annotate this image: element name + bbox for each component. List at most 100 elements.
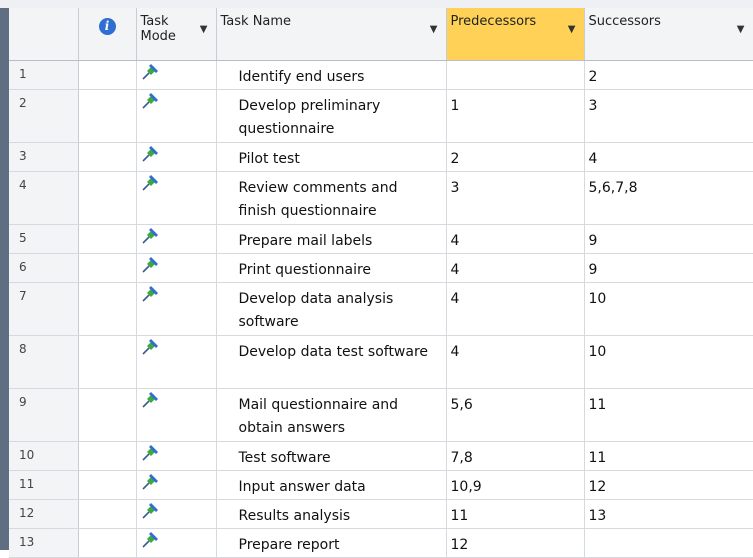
table-row[interactable]: 2 Develop preliminary questionnaire 1 3 xyxy=(9,89,753,143)
row-id[interactable]: 1 xyxy=(9,60,79,90)
task-sheet: i Task Mode ▼ Task Name ▼ Predecessors ▼… xyxy=(9,8,753,558)
row-id[interactable]: 2 xyxy=(9,89,79,143)
predecessors-cell[interactable] xyxy=(446,60,585,90)
task-name-cell[interactable]: Mail questionnaire and obtain answers xyxy=(216,388,447,442)
chevron-down-icon[interactable]: ▼ xyxy=(200,25,208,35)
task-mode-cell[interactable] xyxy=(136,60,217,90)
chevron-down-icon[interactable]: ▼ xyxy=(430,25,438,35)
row-id[interactable]: 10 xyxy=(9,441,79,471)
table-row[interactable]: 1 Identify end users 2 xyxy=(9,60,753,90)
task-name-cell[interactable]: Develop data test software xyxy=(216,335,447,389)
header-row: i Task Mode ▼ Task Name ▼ Predecessors ▼… xyxy=(9,8,753,61)
successors-cell[interactable]: 11 xyxy=(584,441,753,471)
row-id[interactable]: 5 xyxy=(9,224,79,254)
predecessors-cell[interactable]: 7,8 xyxy=(446,441,585,471)
header-task-name-label: Task Name xyxy=(220,14,292,29)
view-bar[interactable] xyxy=(0,8,9,550)
task-mode-cell[interactable] xyxy=(136,499,217,529)
table-row[interactable]: 13 Prepare report 12 xyxy=(9,528,753,558)
task-name-cell[interactable]: Develop preliminary questionnaire xyxy=(216,89,447,143)
predecessors-cell[interactable]: 4 xyxy=(446,224,585,254)
predecessors-cell[interactable]: 5,6 xyxy=(446,388,585,442)
task-name-cell[interactable]: Test software xyxy=(216,441,447,471)
table-row[interactable]: 6 Print questionnaire 4 9 xyxy=(9,253,753,283)
predecessors-cell[interactable]: 1 xyxy=(446,89,585,143)
predecessors-cell[interactable]: 3 xyxy=(446,171,585,225)
task-name-cell[interactable]: Identify end users xyxy=(216,60,447,90)
table-row[interactable]: 9 Mail questionnaire and obtain answers … xyxy=(9,388,753,442)
row-id[interactable]: 3 xyxy=(9,142,79,172)
successors-cell[interactable]: 2 xyxy=(584,60,753,90)
row-id[interactable]: 9 xyxy=(9,388,79,442)
predecessors-cell[interactable]: 12 xyxy=(446,528,585,558)
pushpin-icon xyxy=(141,339,158,355)
task-mode-cell[interactable] xyxy=(136,470,217,500)
task-mode-cell[interactable] xyxy=(136,282,217,336)
table-row[interactable]: 7 Develop data analysis software 4 10 xyxy=(9,282,753,336)
chevron-down-icon[interactable]: ▼ xyxy=(568,25,576,35)
row-id[interactable]: 13 xyxy=(9,528,79,558)
chevron-down-icon[interactable]: ▼ xyxy=(737,25,745,35)
successors-cell[interactable]: 11 xyxy=(584,388,753,442)
predecessors-cell[interactable]: 10,9 xyxy=(446,470,585,500)
predecessors-cell[interactable]: 2 xyxy=(446,142,585,172)
table-row[interactable]: 3 Pilot test 2 4 xyxy=(9,142,753,172)
table-row[interactable]: 4 Review comments and finish questionnai… xyxy=(9,171,753,225)
indicator-cell xyxy=(78,388,137,442)
task-name-cell[interactable]: Input answer data xyxy=(216,470,447,500)
successors-cell[interactable]: 9 xyxy=(584,253,753,283)
task-mode-cell[interactable] xyxy=(136,253,217,283)
select-all-corner[interactable] xyxy=(9,8,79,61)
task-mode-cell[interactable] xyxy=(136,388,217,442)
predecessors-cell[interactable]: 4 xyxy=(446,282,585,336)
task-mode-cell[interactable] xyxy=(136,142,217,172)
task-mode-cell[interactable] xyxy=(136,528,217,558)
task-name-cell[interactable]: Develop data analysis software xyxy=(216,282,447,336)
task-mode-cell[interactable] xyxy=(136,224,217,254)
predecessors-cell[interactable]: 4 xyxy=(446,253,585,283)
table-row[interactable]: 5 Prepare mail labels 4 9 xyxy=(9,224,753,254)
predecessors-cell[interactable]: 11 xyxy=(446,499,585,529)
row-id[interactable]: 12 xyxy=(9,499,79,529)
successors-cell[interactable]: 10 xyxy=(584,282,753,336)
successors-cell[interactable]: 10 xyxy=(584,335,753,389)
header-successors[interactable]: Successors ▼ xyxy=(584,8,753,61)
table-row[interactable]: 12 Results analysis 11 13 xyxy=(9,499,753,529)
table-row[interactable]: 8 Develop data test software 4 10 xyxy=(9,335,753,389)
header-task-mode[interactable]: Task Mode ▼ xyxy=(136,8,217,61)
task-name-cell[interactable]: Review comments and finish questionnaire xyxy=(216,171,447,225)
row-id[interactable]: 6 xyxy=(9,253,79,283)
pushpin-icon xyxy=(141,228,158,244)
row-id[interactable]: 7 xyxy=(9,282,79,336)
successors-cell[interactable] xyxy=(584,528,753,558)
successors-cell[interactable]: 13 xyxy=(584,499,753,529)
task-mode-cell[interactable] xyxy=(136,335,217,389)
task-mode-cell[interactable] xyxy=(136,441,217,471)
indicator-cell xyxy=(78,499,137,529)
successors-cell[interactable]: 9 xyxy=(584,224,753,254)
row-id[interactable]: 8 xyxy=(9,335,79,389)
successors-cell[interactable]: 12 xyxy=(584,470,753,500)
header-indicators[interactable]: i xyxy=(78,8,137,61)
successors-cell[interactable]: 3 xyxy=(584,89,753,143)
header-predecessors[interactable]: Predecessors ▼ xyxy=(446,8,585,61)
successors-cell[interactable]: 5,6,7,8 xyxy=(584,171,753,225)
top-toolbar-band xyxy=(0,0,753,8)
successors-cell[interactable]: 4 xyxy=(584,142,753,172)
predecessors-cell[interactable]: 4 xyxy=(446,335,585,389)
task-name-cell[interactable]: Pilot test xyxy=(216,142,447,172)
task-name-cell[interactable]: Results analysis xyxy=(216,499,447,529)
header-successors-label: Successors xyxy=(588,14,661,29)
pushpin-icon xyxy=(141,175,158,191)
task-name-cell[interactable]: Print questionnaire xyxy=(216,253,447,283)
header-task-name[interactable]: Task Name ▼ xyxy=(216,8,447,61)
table-row[interactable]: 11 Input answer data 10,9 12 xyxy=(9,470,753,500)
task-name-cell[interactable]: Prepare mail labels xyxy=(216,224,447,254)
task-name-cell[interactable]: Prepare report xyxy=(216,528,447,558)
task-mode-cell[interactable] xyxy=(136,89,217,143)
task-mode-cell[interactable] xyxy=(136,171,217,225)
row-id[interactable]: 4 xyxy=(9,171,79,225)
row-id[interactable]: 11 xyxy=(9,470,79,500)
table-row[interactable]: 10 Test software 7,8 11 xyxy=(9,441,753,471)
indicator-cell xyxy=(78,60,137,90)
